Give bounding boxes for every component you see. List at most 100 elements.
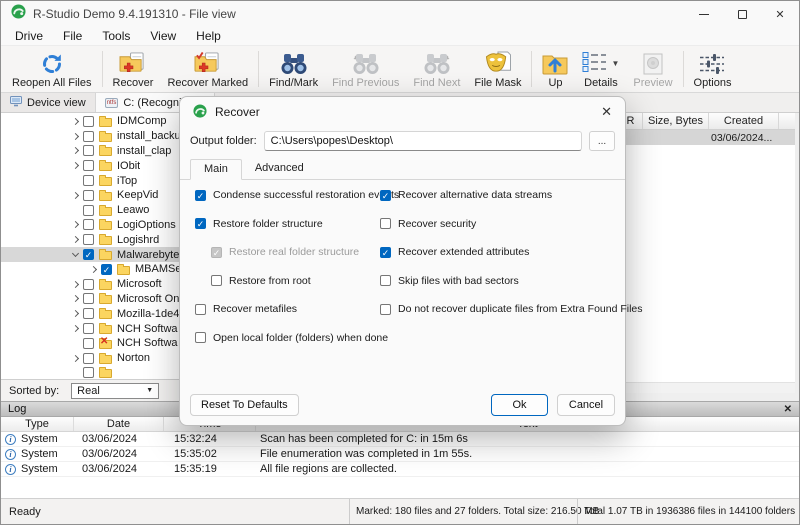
toolbar-button-up[interactable]: Up: [535, 47, 575, 91]
option-label: Restore real folder structure: [229, 246, 360, 259]
option-checkbox[interactable]: [211, 275, 222, 287]
chevron-right-icon[interactable]: [71, 162, 80, 170]
menu-tools[interactable]: Tools: [92, 29, 140, 43]
reset-to-defaults-button[interactable]: Reset To Defaults: [190, 394, 299, 416]
tree-checkbox[interactable]: [83, 219, 94, 231]
sorted-by-select[interactable]: Real ▼: [71, 382, 160, 399]
preview-icon: [641, 50, 665, 77]
tree-checkbox[interactable]: [83, 160, 94, 172]
chevron-right-icon[interactable]: [71, 280, 80, 288]
dialog-tabs: Main Advanced: [190, 159, 317, 180]
tree-checkbox[interactable]: [83, 337, 94, 349]
menu-view[interactable]: View: [140, 29, 186, 43]
option-label: Recover alternative data streams: [398, 189, 553, 201]
tree-checkbox[interactable]: [83, 234, 94, 246]
chevron-down-icon: ▼: [146, 387, 154, 394]
menu-file[interactable]: File: [53, 29, 92, 43]
chevron-down-icon[interactable]: [71, 250, 80, 258]
column-header-created[interactable]: Created: [709, 113, 779, 129]
tree-checkbox[interactable]: [83, 308, 94, 320]
tree-checkbox[interactable]: [83, 115, 94, 127]
tree-checkbox[interactable]: [83, 204, 94, 216]
tree-checkbox[interactable]: [101, 263, 112, 276]
tab-advanced[interactable]: Advanced: [242, 159, 317, 180]
log-column-date[interactable]: Date: [74, 417, 164, 431]
tree-checkbox[interactable]: [83, 367, 94, 379]
log-column-type[interactable]: Type: [1, 417, 74, 431]
recover-option[interactable]: Do not recover duplicate files from Extr…: [380, 300, 643, 318]
recover-option[interactable]: Restore from root: [211, 272, 377, 290]
chevron-right-icon[interactable]: [71, 117, 80, 125]
tab-main[interactable]: Main: [190, 159, 242, 180]
recover-option[interactable]: Restore folder structure: [195, 215, 377, 233]
tree-checkbox[interactable]: [83, 293, 94, 305]
reopen-icon: [39, 50, 65, 77]
toolbar-separator: [682, 51, 684, 87]
close-log-icon[interactable]: ✕: [784, 404, 792, 415]
chevron-right-icon[interactable]: [89, 265, 98, 273]
option-checkbox[interactable]: [195, 189, 206, 202]
dialog-close-icon[interactable]: ✕: [601, 104, 612, 120]
recover-option[interactable]: Recover metafiles: [195, 300, 377, 318]
menu-drive[interactable]: Drive: [5, 29, 53, 43]
log-time-value: 15:32:24: [174, 433, 217, 445]
cancel-button[interactable]: Cancel: [557, 394, 615, 416]
option-checkbox[interactable]: [195, 303, 206, 315]
chevron-right-icon[interactable]: [71, 236, 80, 244]
chevron-right-icon[interactable]: [71, 132, 80, 140]
recover-option[interactable]: Recover alternative data streams: [380, 186, 624, 204]
recover-option[interactable]: Restore real folder structure: [211, 243, 377, 261]
log-row[interactable]: i System 03/06/2024 15:35:19 All file region…: [1, 462, 799, 477]
close-button[interactable]: ✕: [761, 1, 799, 27]
option-checkbox[interactable]: [380, 275, 391, 287]
minimize-button[interactable]: [685, 1, 723, 27]
recover-option[interactable]: Open local folder (folders) when done: [195, 329, 388, 347]
window-title: R-Studio Demo 9.4.191310 - File view: [33, 7, 236, 21]
toolbar-button-details[interactable]: ▼ Details: [575, 47, 626, 91]
log-row[interactable]: i System 03/06/2024 15:32:24 Scan has been c…: [1, 432, 799, 447]
toolbar-button-options[interactable]: Options: [687, 47, 739, 91]
tree-checkbox[interactable]: [83, 175, 94, 187]
tab-device-view[interactable]: Device view: [1, 93, 96, 112]
chevron-right-icon[interactable]: [71, 191, 80, 199]
column-header-size[interactable]: Size, Bytes: [643, 113, 709, 129]
toolbar-button-recover[interactable]: Recover: [106, 47, 161, 91]
chevron-right-icon[interactable]: [71, 310, 80, 318]
recover-dialog: Recover ✕ Output folder: ... Main Advanc…: [179, 96, 643, 426]
recover-option[interactable]: Skip files with bad sectors: [380, 272, 624, 290]
toolbar-separator: [258, 51, 260, 87]
option-checkbox[interactable]: [380, 246, 391, 259]
chevron-right-icon[interactable]: [71, 354, 80, 362]
tree-checkbox[interactable]: [83, 352, 94, 364]
tree-checkbox[interactable]: [83, 130, 94, 142]
log-row[interactable]: i System 03/06/2024 15:35:02 File enumeratio…: [1, 447, 799, 462]
tree-checkbox[interactable]: [83, 249, 94, 261]
option-checkbox[interactable]: [380, 218, 391, 230]
menu-help[interactable]: Help: [186, 29, 231, 43]
recover-option[interactable]: Condense successful restoration events: [195, 186, 399, 204]
option-checkbox[interactable]: [195, 332, 206, 344]
tree-checkbox[interactable]: [83, 323, 94, 335]
chevron-right-icon[interactable]: [71, 295, 80, 303]
maximize-button[interactable]: [723, 1, 761, 27]
tree-checkbox[interactable]: [83, 145, 94, 157]
option-checkbox[interactable]: [380, 189, 391, 202]
tree-checkbox[interactable]: [83, 189, 94, 201]
option-checkbox[interactable]: [380, 303, 391, 315]
browse-button[interactable]: ...: [589, 131, 615, 151]
toolbar-button-file-mask[interactable]: File Mask: [467, 47, 528, 91]
recover-option[interactable]: Recover security: [380, 215, 624, 233]
chevron-right-icon[interactable]: [71, 221, 80, 229]
chevron-right-icon[interactable]: [71, 147, 80, 155]
tree-checkbox[interactable]: [83, 278, 94, 290]
option-checkbox[interactable]: [195, 218, 206, 230]
toolbar-button-recover-marked[interactable]: Recover Marked: [160, 47, 255, 91]
chevron-right-icon[interactable]: [71, 325, 80, 333]
status-total: Total 1.07 TB in 1936386 files in 144100…: [577, 499, 799, 524]
output-folder-input[interactable]: [263, 131, 582, 151]
ok-button[interactable]: Ok: [491, 394, 548, 416]
toolbar-button-reopen-all-files[interactable]: Reopen All Files: [5, 47, 99, 91]
toolbar-button-find-mark[interactable]: Find/Mark: [262, 47, 325, 91]
chevron-down-icon[interactable]: ▼: [611, 59, 619, 68]
recover-option[interactable]: Recover extended attributes: [380, 243, 624, 261]
